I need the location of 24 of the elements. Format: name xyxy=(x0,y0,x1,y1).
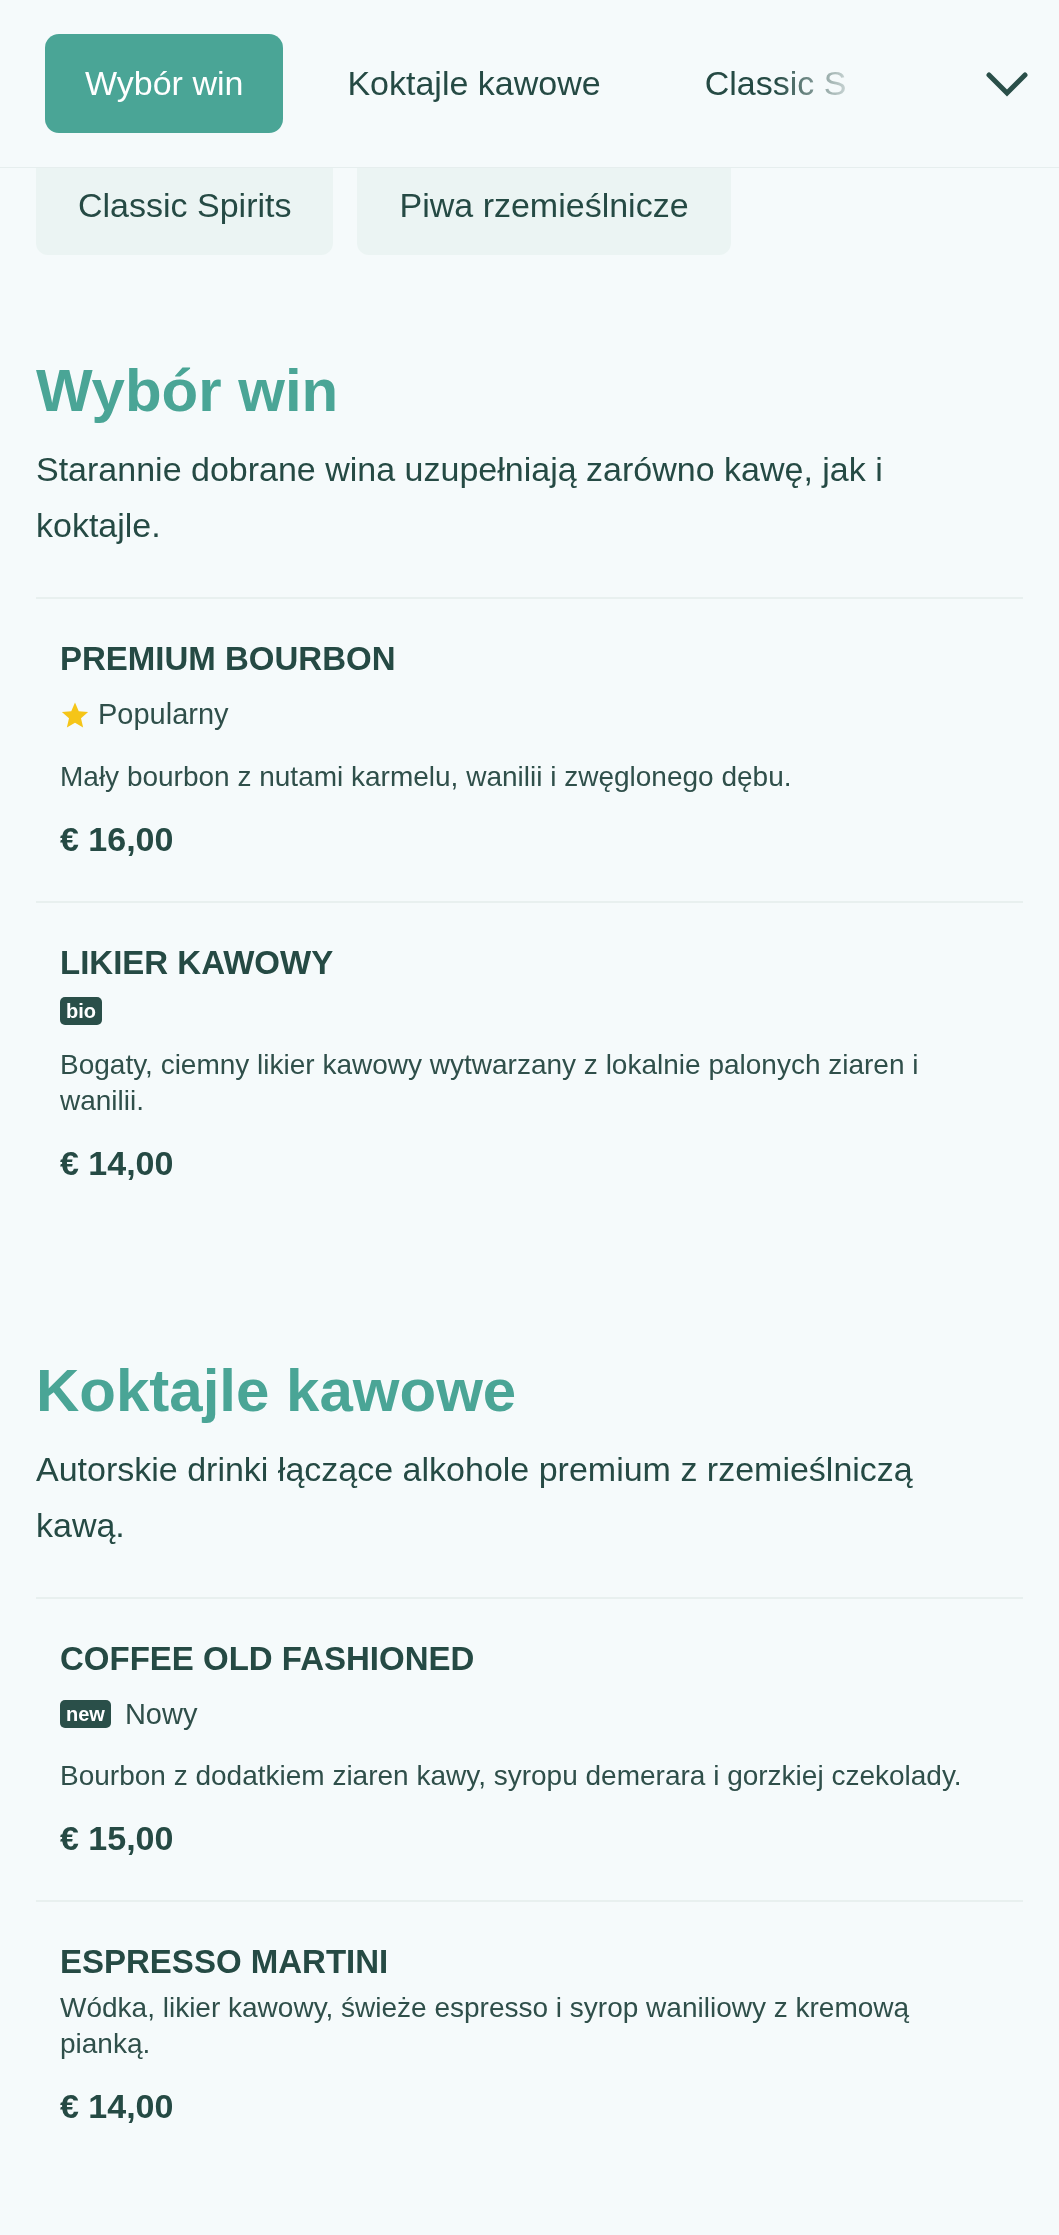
tag-badge: bio xyxy=(60,996,102,1025)
item-name: ESPRESSO MARTINI xyxy=(60,1942,390,1982)
section-description: Autorskie drinki łączące alkohole premium z rzemieślniczą kawą. xyxy=(36,1448,914,1546)
section-description: Starannie dobrane wina uzupełniają zarówno kawę, jak i koktajle. xyxy=(36,449,884,546)
category-tab[interactable]: Classic S xyxy=(664,34,867,133)
item-price: € 14,00 xyxy=(60,1142,175,1184)
item-name: LIKIER KAWOWY xyxy=(60,942,335,983)
category-chip[interactable]: Piwa rzemieślnicze xyxy=(357,168,731,255)
item-price: € 14,00 xyxy=(60,2086,175,2127)
section-title: Wybór win xyxy=(36,356,340,426)
category-chip[interactable]: Classic Spirits xyxy=(36,168,334,255)
tag-label: Nowy xyxy=(124,1696,198,1732)
item-description: Mały bourbon z nutami karmelu, wanilii i zwęglonego dębu. xyxy=(60,759,793,794)
tag-badge: new xyxy=(60,1700,111,1729)
tag-label: Popularny xyxy=(98,697,229,732)
item-description: Wódka, likier kawowy, świeże espresso i syrop waniliowy z kremową pianką. xyxy=(60,1991,911,2061)
item-price: € 16,00 xyxy=(60,818,175,860)
item-name: COFFEE OLD FASHIONED xyxy=(60,1638,476,1679)
category-tab[interactable]: Koktajle kawowe xyxy=(307,34,641,133)
section-title: Koktajle kawowe xyxy=(36,1355,518,1426)
item-price: € 15,00 xyxy=(60,1818,175,1859)
item-description: Bourbon z dodatkiem ziaren kawy, syropu demerara i gorzkiej czekolady. xyxy=(60,1759,963,1793)
item-description: Bogaty, ciemny likier kawowy wytwarzany z lokalnie palonych ziaren i wanilii. xyxy=(60,1047,920,1118)
item-name: PREMIUM BOURBON xyxy=(60,639,397,679)
